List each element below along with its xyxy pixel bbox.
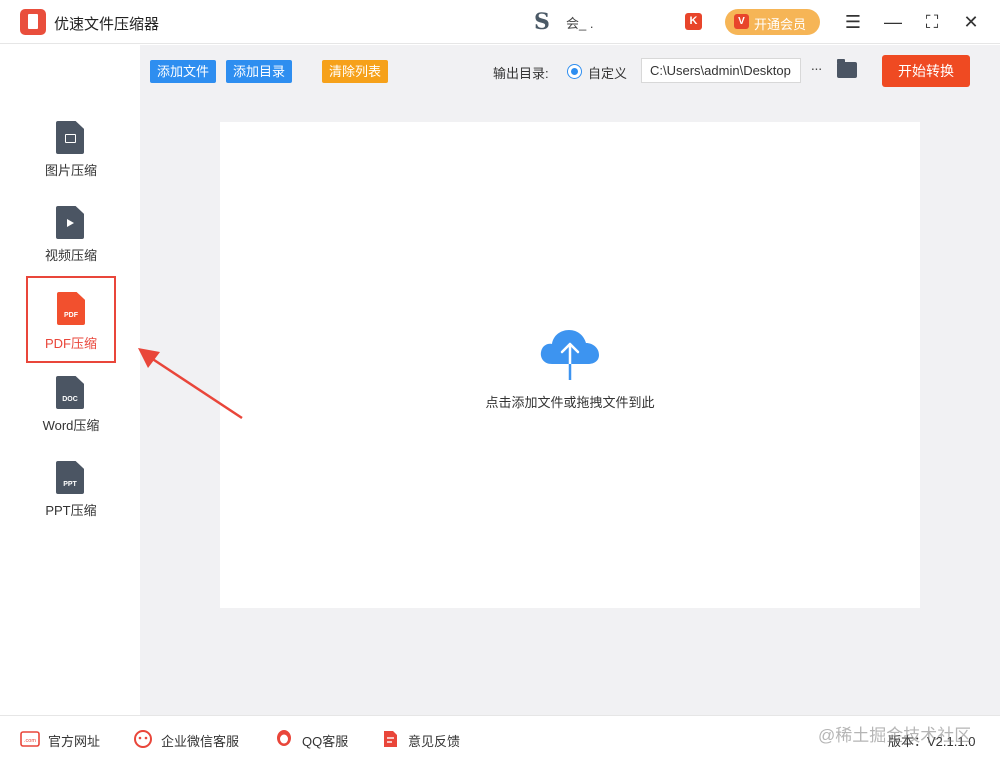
feedback-label: 意见反馈	[408, 734, 461, 749]
qq-label: QQ客服	[302, 734, 349, 749]
add-folder-button[interactable]: 添加目录	[226, 60, 293, 83]
close-icon[interactable]: ✕	[959, 10, 983, 34]
user-avatar[interactable]: S	[528, 11, 556, 33]
pdf-file-icon: PDF	[57, 292, 85, 325]
sidebar-item-label: PPT压缩	[45, 503, 97, 518]
svg-text:.com: .com	[24, 738, 36, 744]
minimize-icon[interactable]: —	[881, 10, 905, 34]
output-path-input[interactable]	[641, 58, 801, 83]
app-title: 优速文件压缩器	[54, 16, 160, 33]
sidebar-item-label: 视频压缩	[44, 248, 97, 263]
footer: .com 官方网址 企业微信客服 QQ客服 意见反馈 版本：V2.1.1.0 @…	[0, 715, 1000, 760]
sidebar-item-label: PDF压缩	[44, 336, 97, 351]
sidebar: 图片压缩 视频压缩 PDF PDF压缩 DOC Word压缩 PPT PPT压缩	[0, 45, 140, 715]
app-logo-icon	[20, 9, 46, 35]
start-convert-button[interactable]: 开始转换	[882, 55, 970, 87]
doc-file-icon: DOC	[56, 376, 84, 409]
vip-icon: V	[734, 14, 749, 29]
sidebar-item-label: 图片压缩	[44, 163, 97, 178]
sidebar-item-ppt[interactable]: PPT PPT压缩	[28, 453, 114, 537]
drop-hint: 点击添加文件或拖拽文件到此	[485, 395, 655, 410]
add-file-button[interactable]: 添加文件	[150, 60, 217, 83]
file-drop-zone[interactable]: 点击添加文件或拖拽文件到此	[220, 122, 920, 608]
main-panel: 添加文件 添加目录 清除列表 输出目录: 自定义 ··· 开始转换 点击添加文件…	[140, 45, 1000, 715]
k-badge-icon[interactable]: K	[685, 13, 702, 30]
cloud-upload-icon	[540, 330, 599, 380]
sidebar-item-label: Word压缩	[42, 418, 100, 433]
menu-icon[interactable]: ☰	[841, 10, 865, 34]
wechat-label: 企业微信客服	[161, 734, 240, 749]
wechat-icon	[134, 730, 152, 748]
sidebar-item-video[interactable]: 视频压缩	[28, 198, 114, 282]
output-dir-label: 输出目录:	[493, 66, 549, 81]
custom-radio[interactable]	[567, 64, 582, 79]
image-file-icon	[56, 121, 84, 154]
folder-icon[interactable]	[837, 59, 857, 78]
title-bar: 优速文件压缩器 S 会_ . K V 开通会员 ☰ — ⛶ ✕	[0, 0, 1000, 44]
maximize-icon[interactable]: ⛶	[920, 10, 944, 34]
qq-icon	[277, 730, 291, 746]
watermark-text: @稀土掘金技术社区	[818, 726, 972, 745]
more-options-button[interactable]: ···	[806, 61, 826, 77]
website-icon: .com	[20, 731, 40, 747]
vip-label: 开通会员	[754, 17, 807, 32]
custom-radio-label[interactable]: 自定义	[588, 63, 627, 82]
ppt-file-icon: PPT	[56, 461, 84, 494]
annotation-arrow-icon	[138, 348, 243, 420]
video-file-icon	[56, 206, 84, 239]
sidebar-item-image[interactable]: 图片压缩	[28, 113, 114, 197]
website-label: 官方网址	[48, 734, 101, 749]
feedback-icon	[384, 731, 397, 747]
user-name[interactable]: 会_ .	[566, 13, 593, 32]
sidebar-item-word[interactable]: DOC Word压缩	[28, 368, 114, 452]
vip-button[interactable]: V 开通会员	[725, 9, 820, 35]
sidebar-item-pdf[interactable]: PDF PDF压缩	[26, 276, 116, 363]
clear-list-button[interactable]: 清除列表	[322, 60, 389, 83]
